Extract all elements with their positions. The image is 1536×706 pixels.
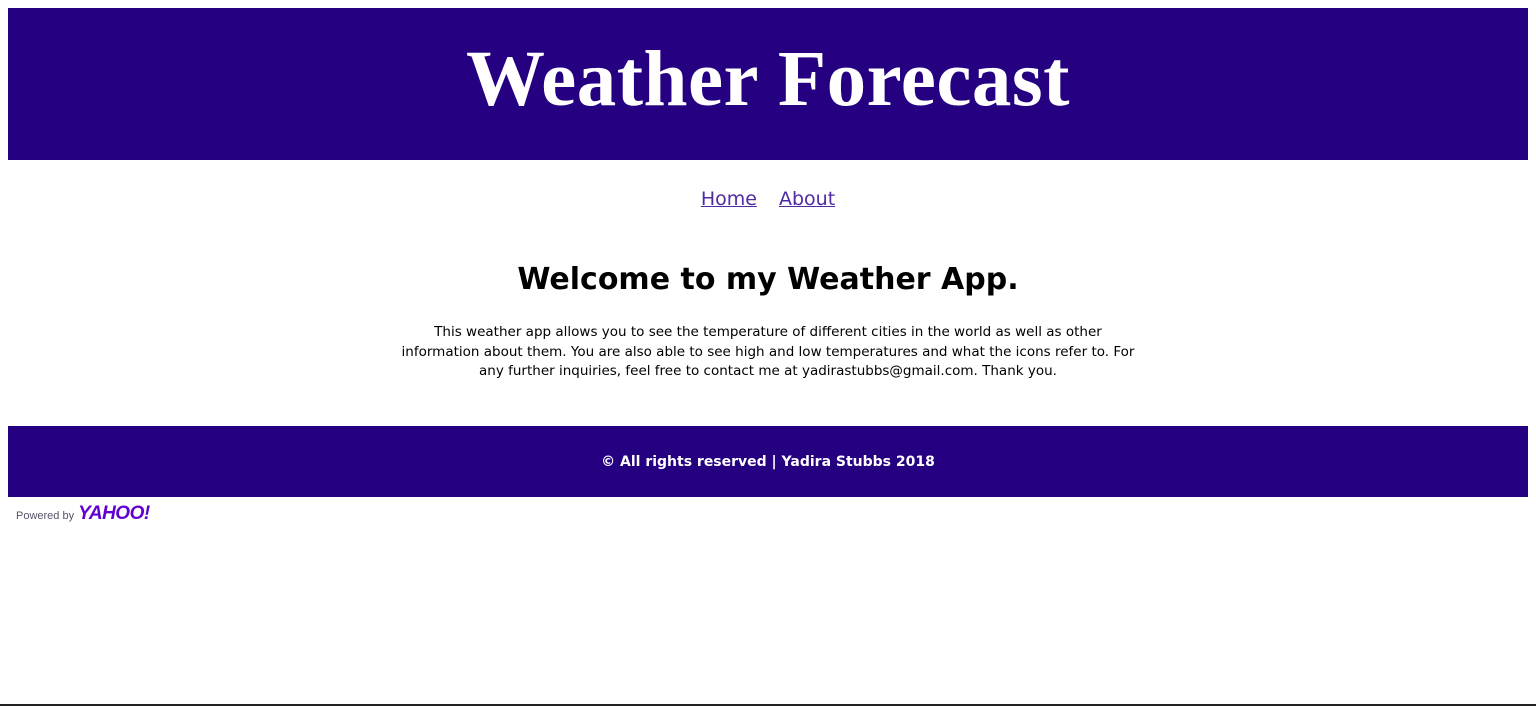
page-title: Weather Forecast (466, 36, 1070, 123)
powered-by-label: Powered by (16, 510, 75, 522)
welcome-heading: Welcome to my Weather App. (517, 262, 1019, 297)
site-footer: © All rights reserved | Yadira Stubbs 20… (8, 426, 1528, 497)
intro-paragraph: This weather app allows you to see the t… (401, 324, 1135, 379)
nav-link-home[interactable]: Home (701, 188, 757, 210)
powered-by-yahoo-link[interactable]: Powered by YAHOO! (16, 503, 150, 525)
site-header: Weather Forecast (8, 8, 1528, 160)
main-nav: Home About (0, 188, 1536, 210)
yahoo-logo: YAHOO! (78, 503, 150, 524)
nav-link-about[interactable]: About (779, 188, 835, 210)
copyright-text: © All rights reserved | Yadira Stubbs 20… (601, 453, 935, 470)
